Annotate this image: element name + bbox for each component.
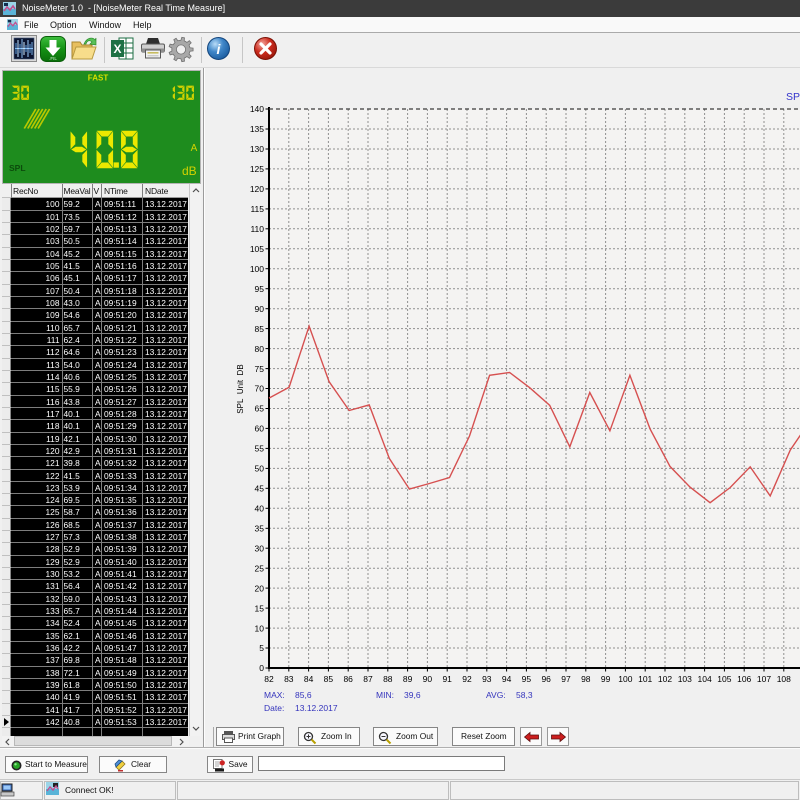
svg-text:107: 107 xyxy=(757,674,771,684)
svg-text:SPL Unit DB: SPL Unit DB xyxy=(236,364,245,413)
svg-text:104: 104 xyxy=(698,674,712,684)
svg-text:A: A xyxy=(191,143,198,154)
svg-text:60: 60 xyxy=(255,424,265,434)
svg-text:.FIL: .FIL xyxy=(49,56,57,61)
svg-text:55: 55 xyxy=(255,444,265,454)
svg-text:100: 100 xyxy=(250,264,264,274)
svg-text:80: 80 xyxy=(255,344,265,354)
svg-text:95: 95 xyxy=(255,284,265,294)
svg-text:98: 98 xyxy=(581,674,591,684)
svg-text:101: 101 xyxy=(638,674,652,684)
svg-text:120: 120 xyxy=(250,184,264,194)
svg-text:87: 87 xyxy=(363,674,373,684)
svg-text:92: 92 xyxy=(462,674,472,684)
svg-text:50: 50 xyxy=(255,464,265,474)
svg-text:99: 99 xyxy=(601,674,611,684)
svg-text:100: 100 xyxy=(618,674,632,684)
svg-text:86: 86 xyxy=(343,674,353,684)
svg-text:97: 97 xyxy=(561,674,571,684)
svg-text:140: 140 xyxy=(250,104,264,114)
svg-text:10: 10 xyxy=(255,623,265,633)
svg-text:FAST: FAST xyxy=(88,74,109,83)
svg-text:SPL: SPL xyxy=(786,91,800,103)
svg-text:82: 82 xyxy=(264,674,274,684)
svg-text:40: 40 xyxy=(255,504,265,514)
svg-text:X: X xyxy=(113,42,121,56)
svg-text:130: 130 xyxy=(250,144,264,154)
svg-text:45: 45 xyxy=(255,484,265,494)
svg-text:88: 88 xyxy=(383,674,393,684)
svg-text:93: 93 xyxy=(482,674,492,684)
svg-text:90: 90 xyxy=(423,674,433,684)
svg-text:25: 25 xyxy=(255,563,265,573)
svg-text:94: 94 xyxy=(502,674,512,684)
svg-text:20: 20 xyxy=(255,583,265,593)
svg-text:dB: dB xyxy=(182,164,197,178)
svg-text:103: 103 xyxy=(678,674,692,684)
svg-text:84: 84 xyxy=(304,674,314,684)
svg-text:96: 96 xyxy=(541,674,551,684)
svg-text:115: 115 xyxy=(250,204,264,214)
svg-text:90: 90 xyxy=(255,304,265,314)
svg-text:106: 106 xyxy=(737,674,751,684)
svg-text:75: 75 xyxy=(255,364,265,374)
svg-text:91: 91 xyxy=(442,674,452,684)
svg-text:102: 102 xyxy=(658,674,672,684)
svg-text:105: 105 xyxy=(717,674,731,684)
svg-text:SPL: SPL xyxy=(9,163,26,173)
svg-text:108: 108 xyxy=(777,674,791,684)
svg-text:35: 35 xyxy=(255,524,265,534)
svg-text:105: 105 xyxy=(250,244,264,254)
svg-text:83: 83 xyxy=(284,674,294,684)
svg-text:135: 135 xyxy=(250,124,264,134)
svg-text:70: 70 xyxy=(255,384,265,394)
svg-text:0: 0 xyxy=(259,663,264,673)
svg-text:89: 89 xyxy=(403,674,413,684)
svg-text:110: 110 xyxy=(250,224,264,234)
svg-text:65: 65 xyxy=(255,404,265,414)
svg-text:30: 30 xyxy=(255,543,265,553)
svg-text:125: 125 xyxy=(250,164,264,174)
svg-text:15: 15 xyxy=(255,603,265,613)
svg-text:85: 85 xyxy=(324,674,334,684)
svg-text:95: 95 xyxy=(522,674,532,684)
svg-text:85: 85 xyxy=(255,324,265,334)
svg-text:5: 5 xyxy=(259,643,264,653)
